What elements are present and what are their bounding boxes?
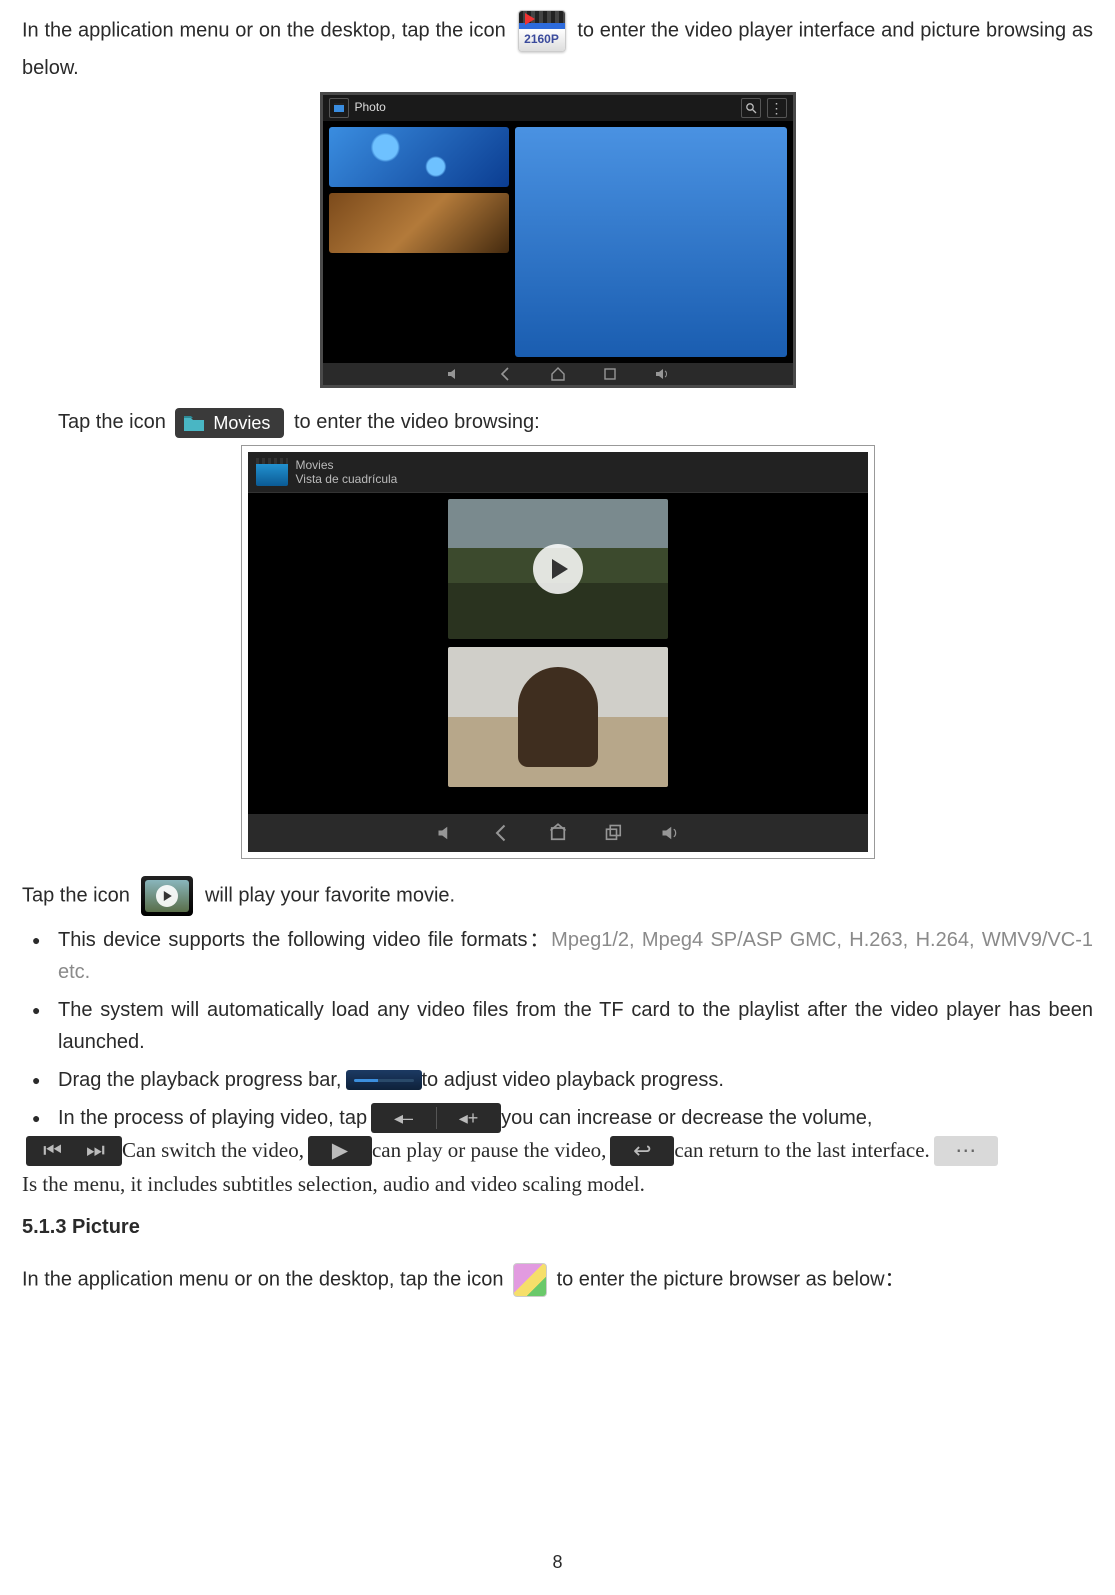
search-icon — [741, 98, 761, 118]
video-browser-window: Movies Vista de cuadrícula — [242, 446, 874, 858]
video-thumbnail — [448, 499, 668, 639]
play-pause-glyph: ▶ — [332, 1134, 348, 1168]
play-text-b: will play your favorite movie. — [205, 884, 455, 906]
video-browser-subtitle: Vista de cuadrícula — [296, 472, 398, 486]
photo-browser-topbar: Photo ⋮ — [323, 95, 793, 121]
list-item: This device supports the following video… — [22, 924, 1093, 988]
skip-prev-glyph: ⏮ — [43, 1134, 62, 1168]
gallery-app-icon — [513, 1263, 547, 1297]
picture-text-b: to enter the picture browser as below： — [557, 1268, 905, 1290]
intro-paragraph: In the application menu or on the deskto… — [22, 10, 1093, 84]
folder-icon — [183, 414, 205, 432]
video-player-2160p-icon: 2160P — [518, 10, 566, 52]
icon-2160p-label: 2160P — [519, 29, 565, 51]
menu-button-icon: ⋯ — [934, 1136, 998, 1166]
list-item: The system will automatically load any v… — [22, 994, 1093, 1058]
play-overlay-icon — [533, 692, 583, 742]
play-overlay-icon — [533, 544, 583, 594]
photo-browser-window: Photo ⋮ — [320, 92, 796, 388]
volume-up-icon — [654, 366, 670, 382]
photo-browser-screenshot: Photo ⋮ — [22, 92, 1093, 388]
home-icon — [550, 366, 566, 382]
bullet3-text-b: to adjust video playback progress. — [422, 1064, 724, 1096]
list-item: Drag the playback progress bar, to adjus… — [22, 1064, 1093, 1096]
bullet2-text: The system will automatically load any v… — [58, 999, 1093, 1053]
video-thumbnail — [448, 647, 668, 787]
overflow-menu-icon: ⋮ — [767, 98, 787, 118]
volume-up-icon — [660, 823, 680, 843]
movies-text-a: Tap the icon — [58, 411, 171, 433]
play-text-a: Tap the icon — [22, 884, 135, 906]
progress-bar-icon — [346, 1070, 422, 1090]
bullet4-text-c: Can switch the video, — [122, 1134, 304, 1168]
recent-icon — [602, 366, 618, 382]
picture-text-a: In the application menu or on the deskto… — [22, 1268, 509, 1290]
skip-buttons-icon: ⏮ ⏭ — [26, 1136, 122, 1166]
page-number: 8 — [0, 1548, 1115, 1577]
app-icon — [329, 98, 349, 118]
menu-glyph: ⋯ — [955, 1134, 976, 1168]
android-navbar — [323, 363, 793, 385]
volume-down-icon — [436, 823, 456, 843]
intro-text-a: In the application menu or on the deskto… — [22, 19, 512, 41]
skip-next-glyph: ⏭ — [86, 1134, 105, 1168]
play-pause-button-icon: ▶ — [308, 1136, 372, 1166]
video-browser-screenshot: Movies Vista de cuadrícula — [22, 446, 1093, 858]
movies-chip-label: Movies — [213, 414, 270, 432]
feature-list: This device supports the following video… — [22, 924, 1093, 1201]
photo-preview — [515, 127, 786, 357]
bullet4-text-e: can return to the last interface. — [674, 1134, 929, 1168]
android-navbar — [248, 814, 868, 852]
bullet4-text-b: you can increase or decrease the volume, — [501, 1102, 872, 1134]
bullet1-text-a: This device supports the following video… — [58, 929, 551, 951]
home-icon — [548, 823, 568, 843]
back-icon — [492, 823, 512, 843]
back-icon — [498, 366, 514, 382]
play-paragraph: Tap the icon will play your favorite mov… — [22, 876, 1093, 916]
volume-buttons-icon: ◂– ◂+ — [371, 1103, 501, 1133]
recent-icon — [604, 823, 624, 843]
volume-minus-glyph: ◂– — [394, 1104, 413, 1133]
bullet3-text-a: Drag the playback progress bar, — [58, 1064, 342, 1096]
movies-app-icon — [256, 458, 288, 486]
volume-plus-glyph: ◂+ — [459, 1104, 479, 1133]
movies-text-b: to enter the video browsing: — [294, 411, 540, 433]
bullet4-text-a: In the process of playing video, tap — [58, 1102, 367, 1134]
photo-thumbnail — [329, 193, 510, 253]
return-button-icon: ↩ — [610, 1136, 674, 1166]
photo-browser-title: Photo — [355, 98, 386, 117]
picture-paragraph: In the application menu or on the deskto… — [22, 1263, 1093, 1297]
return-glyph: ↩ — [633, 1133, 651, 1168]
video-browser-topbar: Movies Vista de cuadrícula — [248, 452, 868, 493]
video-play-thumb-icon — [141, 876, 193, 916]
section-heading: 5.1.3 Picture — [22, 1211, 1093, 1243]
list-item: In the process of playing video, tap ◂– … — [22, 1102, 1093, 1201]
photo-thumbnail — [329, 127, 510, 187]
movies-paragraph: Tap the icon Movies to enter the video b… — [22, 406, 1093, 438]
bullet4-text-d: can play or pause the video, — [372, 1134, 606, 1168]
movies-folder-icon: Movies — [175, 408, 284, 438]
video-browser-title: Movies — [296, 458, 398, 472]
bullet4-text-f: Is the menu, it includes subtitles selec… — [22, 1168, 645, 1202]
page: In the application menu or on the deskto… — [0, 0, 1115, 1595]
volume-down-icon — [446, 366, 462, 382]
